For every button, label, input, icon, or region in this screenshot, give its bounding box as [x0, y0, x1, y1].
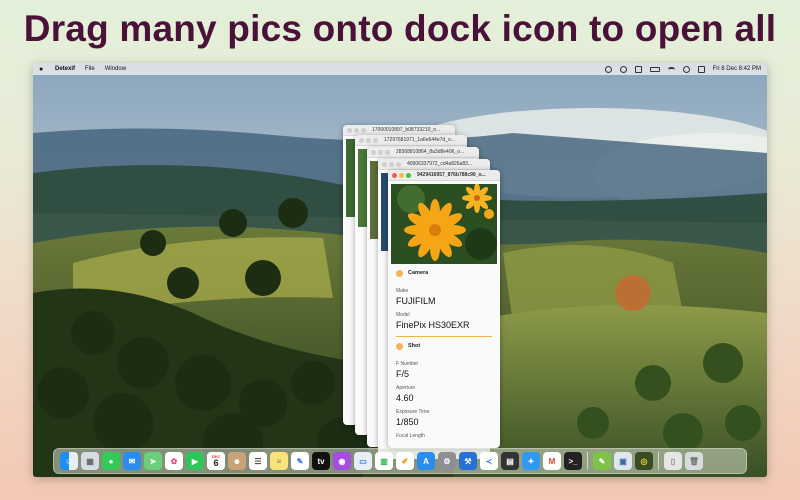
zoom-button[interactable]	[361, 127, 366, 133]
window-title: 28368810864_8a3d8e406_o...	[396, 149, 465, 155]
battery-icon[interactable]	[649, 66, 660, 72]
downloads-folder-icon[interactable]: ▯	[664, 452, 682, 470]
detexif-app-icon[interactable]: ✎	[593, 452, 611, 470]
photos-icon[interactable]: ✿	[165, 452, 183, 470]
calendar-day: 6	[213, 458, 219, 468]
facetime-icon[interactable]: ▶	[186, 452, 204, 470]
close-button[interactable]	[359, 137, 364, 143]
menu-app-name[interactable]: Detexif	[55, 66, 75, 72]
launchpad-icon[interactable]: ▦	[81, 452, 99, 470]
dock-separator	[587, 452, 588, 470]
exposure-value: 1/850	[396, 417, 419, 427]
zoom-button[interactable]	[373, 137, 378, 143]
flower-photo	[391, 184, 497, 264]
camera-section-header: Camera	[388, 264, 500, 282]
window-title: 17000010897_b08733210_o...	[372, 127, 441, 133]
fnumber-value: F/5	[396, 369, 410, 379]
desktop-screen: ● Detexif File Window Fri 8 Dec 8:42 PM …	[33, 63, 767, 477]
minimize-button[interactable]	[354, 127, 359, 133]
messages-icon[interactable]: ●	[102, 452, 120, 470]
close-button[interactable]	[347, 127, 352, 133]
front-photo-window[interactable]: 9429416957_876b788c90_o... Camera Make F…	[388, 170, 500, 448]
lens-app-icon[interactable]: ◎	[635, 452, 653, 470]
window-title: 9429416957_876b788c90_o...	[417, 172, 486, 178]
control-center-icon[interactable]	[697, 65, 705, 73]
flower-image	[391, 184, 497, 264]
tv-icon[interactable]: tv	[312, 452, 330, 470]
menu-bar: ● Detexif File Window Fri 8 Dec 8:42 PM	[33, 63, 767, 75]
close-button[interactable]	[392, 172, 397, 178]
dock-separator	[658, 452, 659, 470]
menu-file[interactable]: File	[85, 66, 95, 72]
camera-section-title: Camera	[408, 270, 429, 276]
calculator-icon[interactable]: ▤	[501, 452, 519, 470]
terminal-icon[interactable]: >_	[564, 452, 582, 470]
contacts-icon[interactable]: ☻	[228, 452, 246, 470]
minimize-button[interactable]	[366, 137, 371, 143]
zoom-button[interactable]	[385, 149, 390, 155]
freeform-icon[interactable]: ✎	[291, 452, 309, 470]
podcasts-icon[interactable]: ◉	[333, 452, 351, 470]
close-button[interactable]	[371, 149, 376, 155]
system-settings-icon[interactable]: ⚙	[438, 452, 456, 470]
numbers-icon[interactable]: ▥	[375, 452, 393, 470]
pages-icon[interactable]: ✐	[396, 452, 414, 470]
shot-section-title: Shot	[408, 343, 421, 349]
finder-icon[interactable]: ☺	[60, 452, 78, 470]
preview-icon[interactable]: ▣	[614, 452, 632, 470]
minimize-button[interactable]	[399, 172, 404, 178]
maps-icon[interactable]: ➤	[144, 452, 162, 470]
aperture-value: 4.60	[396, 393, 414, 403]
camera-icon	[396, 269, 403, 277]
window-titlebar[interactable]: 28368810864_8a3d8e406_o...	[367, 147, 479, 158]
minimize-button[interactable]	[389, 161, 394, 167]
screen-icon[interactable]	[634, 65, 642, 73]
calendar-icon[interactable]: DEC 6	[207, 452, 225, 470]
focal-length-label: Focal Length	[396, 433, 425, 439]
reminders-icon[interactable]: ☰	[249, 452, 267, 470]
make-value: FUJIFILM	[396, 296, 436, 306]
minimize-button[interactable]	[378, 149, 383, 155]
window-title: 40906337972_cd4a826a83...	[407, 161, 473, 167]
app-store-icon[interactable]: A	[417, 452, 435, 470]
keynote-icon[interactable]: ▭	[354, 452, 372, 470]
menu-clock[interactable]: Fri 8 Dec 8:42 PM	[713, 66, 761, 72]
window-title: 17297681971_1a6e644e7d_o...	[384, 137, 455, 143]
headline: Drag many pics onto dock icon to open al…	[23, 8, 777, 49]
model-value: FinePix HS30EXR	[396, 320, 470, 330]
zoom-button[interactable]	[406, 172, 411, 178]
mail-icon[interactable]: ✉	[123, 452, 141, 470]
notes-icon[interactable]: ≡	[270, 452, 288, 470]
window-titlebar[interactable]: 9429416957_876b788c90_o...	[388, 170, 500, 181]
xcode-icon[interactable]: ⚒	[459, 452, 477, 470]
safari-icon[interactable]: ✦	[522, 452, 540, 470]
close-button[interactable]	[382, 161, 387, 167]
shot-section-header: Shot	[388, 337, 500, 355]
window-titlebar[interactable]: 40906337972_cd4a826a83...	[378, 159, 490, 170]
shot-icon	[396, 342, 403, 350]
zoom-button[interactable]	[396, 161, 401, 167]
menu-extras: Fri 8 Dec 8:42 PM	[604, 65, 761, 73]
status-icon[interactable]	[604, 65, 612, 73]
menu-window[interactable]: Window	[105, 66, 126, 72]
trash-icon[interactable]: 🗑	[685, 452, 703, 470]
window-titlebar[interactable]: 17297681971_1a6e644e7d_o...	[355, 135, 467, 146]
wifi-icon[interactable]	[667, 66, 675, 72]
gmail-icon[interactable]: M	[543, 452, 561, 470]
apple-menu-icon[interactable]: ●	[39, 66, 47, 73]
dock: ☺ ▦ ● ✉ ➤ ✿ ▶ DEC 6 ☻ ☰ ≡ ✎ tv ◉ ▭ ▥ ✐ A…	[53, 448, 747, 474]
search-icon[interactable]	[682, 65, 690, 73]
vscode-icon[interactable]: ≺	[480, 452, 498, 470]
play-icon[interactable]	[619, 65, 627, 73]
